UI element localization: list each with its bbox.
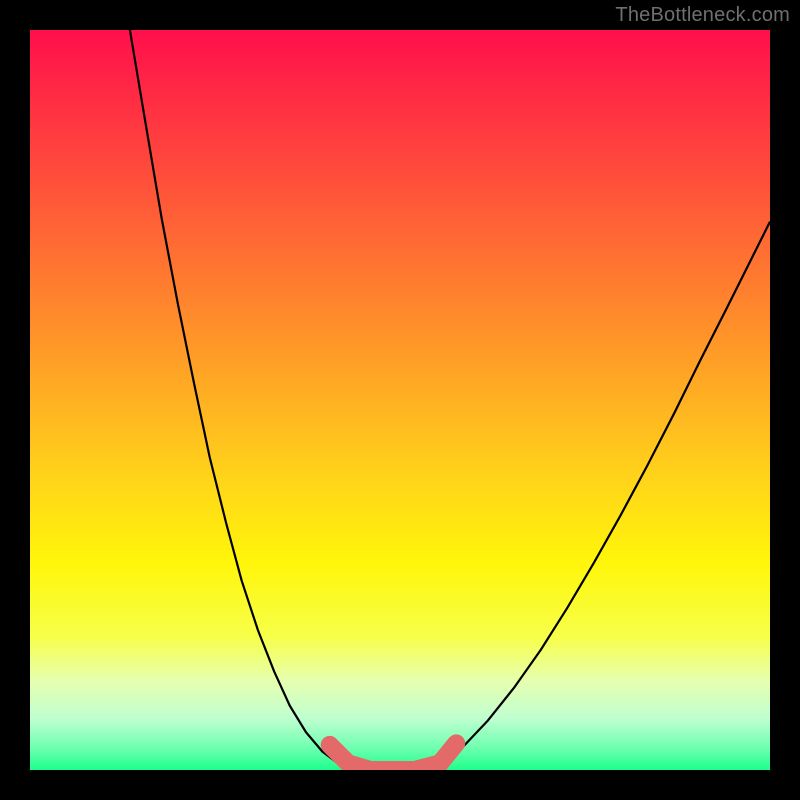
- chart-container: TheBottleneck.com: [0, 0, 800, 800]
- watermark-text: TheBottleneck.com: [615, 4, 790, 27]
- bottleneck-chart: [0, 0, 800, 800]
- gradient-background: [30, 30, 770, 770]
